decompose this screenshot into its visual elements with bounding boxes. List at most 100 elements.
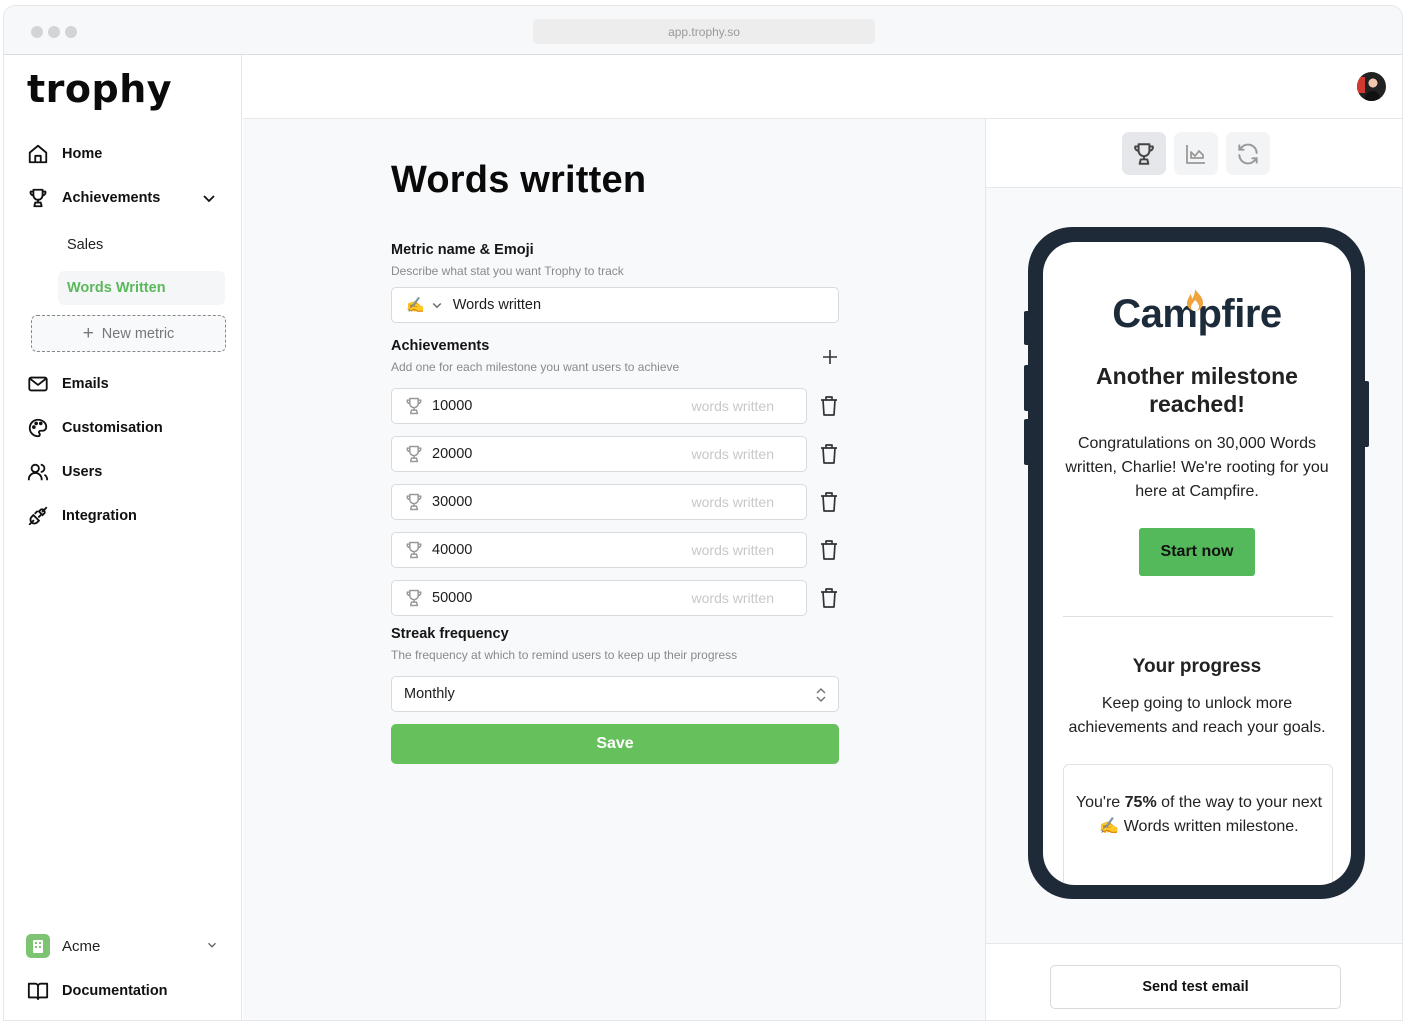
trophy-icon — [404, 540, 424, 560]
org-switcher[interactable]: Acme — [26, 933, 221, 959]
send-test-email-button[interactable]: Send test email — [1050, 965, 1341, 1009]
sidebar-item-label: Integration — [62, 508, 137, 524]
sidebar-item-integration[interactable]: Integration — [26, 501, 137, 531]
emoji-picker[interactable]: ✍️ — [406, 296, 425, 314]
sidebar-subitem-words-written[interactable]: Words Written — [58, 271, 225, 305]
new-metric-label: New metric — [101, 325, 175, 342]
achievement-threshold-value: 20000 — [432, 446, 473, 462]
phone-side-button — [1024, 365, 1030, 411]
add-achievement-icon[interactable] — [820, 347, 840, 367]
achievement-row: 50000 words written — [391, 580, 839, 616]
trash-icon[interactable] — [819, 443, 839, 465]
plug-icon — [26, 504, 50, 528]
trophy-icon — [26, 186, 50, 210]
achievement-row: 10000 words written — [391, 388, 839, 424]
metric-name-help: Describe what stat you want Trophy to tr… — [391, 264, 624, 278]
streak-frequency-select[interactable]: Monthly — [391, 676, 839, 712]
achievement-threshold-input[interactable]: 10000 words written — [391, 388, 807, 424]
metric-editor: Words written Metric name & Emoji Descri… — [243, 119, 985, 1020]
progress-card: You're 75% of the way to your next ✍️ Wo… — [1063, 764, 1333, 885]
achievement-row: 30000 words written — [391, 484, 839, 520]
url-bar[interactable]: app.trophy.so — [533, 19, 875, 44]
sidebar-item-customisation[interactable]: Customisation — [26, 413, 163, 443]
trash-icon[interactable] — [819, 491, 839, 513]
window-minimize-dot[interactable] — [48, 26, 60, 38]
trophy-icon — [404, 396, 424, 416]
sidebar-item-label: Documentation — [62, 983, 168, 999]
sidebar-item-home[interactable]: Home — [26, 139, 102, 169]
achievement-unit: words written — [691, 398, 774, 414]
achievement-threshold-value: 50000 — [432, 590, 473, 606]
email-body: Congratulations on 30,000 Words written,… — [1065, 435, 1329, 500]
email-heading: Another milestone reached! — [1096, 363, 1298, 417]
trash-icon[interactable] — [819, 539, 839, 561]
metric-name-value: Words written — [452, 297, 542, 313]
achievement-threshold-input[interactable]: 50000 words written — [391, 580, 807, 616]
sidebar-subitem-sales[interactable]: Sales — [58, 228, 225, 262]
trophy-icon — [404, 492, 424, 512]
plus-icon: + — [82, 323, 94, 344]
metric-name-input[interactable]: ✍️ Words written — [391, 287, 839, 323]
home-icon — [26, 142, 50, 166]
logo[interactable]: trophy — [27, 67, 172, 111]
tab-achievements[interactable] — [1122, 132, 1166, 175]
trophy-icon — [1134, 142, 1154, 165]
tab-metrics[interactable] — [1174, 132, 1218, 175]
phone-side-button — [1024, 311, 1030, 345]
new-metric-button[interactable]: + New metric — [31, 315, 226, 352]
save-button[interactable]: Save — [391, 724, 839, 764]
mail-icon — [26, 372, 50, 396]
achievement-unit: words written — [691, 542, 774, 558]
achievement-unit: words written — [691, 446, 774, 462]
metric-name-label: Metric name & Emoji — [391, 242, 534, 258]
achievement-unit: words written — [691, 590, 774, 606]
sidebar-item-achievements[interactable]: Achievements — [26, 183, 221, 213]
trash-icon[interactable] — [819, 587, 839, 609]
phone-mockup: Campfire Another milestone reached! Cong… — [1024, 227, 1369, 899]
progress-percent: 75% — [1124, 794, 1157, 811]
tab-streaks[interactable] — [1226, 132, 1270, 175]
trash-icon[interactable] — [819, 395, 839, 417]
chevron-down-icon[interactable] — [201, 190, 217, 206]
achievement-threshold-input[interactable]: 30000 words written — [391, 484, 807, 520]
progress-heading: Your progress — [1132, 656, 1262, 677]
streak-frequency-help: The frequency at which to remind users t… — [391, 648, 738, 662]
sidebar-item-label: Users — [62, 464, 103, 480]
start-now-button[interactable]: Start now — [1139, 528, 1255, 576]
progress-text: You're 75% of the way to your next ✍️ Wo… — [1074, 791, 1324, 839]
achievements-help: Add one for each milestone you want user… — [391, 360, 680, 374]
building-icon — [26, 934, 50, 958]
org-name: Acme — [62, 937, 101, 955]
chevron-down-icon — [208, 942, 216, 948]
chart-icon — [1186, 144, 1205, 164]
sidebar-item-documentation[interactable]: Documentation — [26, 976, 168, 1006]
trophy-icon — [404, 444, 424, 464]
streak-frequency-label: Streak frequency — [391, 626, 509, 642]
sidebar: trophy Home Achievements Sales Words Wri… — [4, 55, 242, 1020]
achievement-threshold-input[interactable]: 40000 words written — [391, 532, 807, 568]
achievement-threshold-value: 10000 — [432, 398, 473, 414]
page-title: Words written — [391, 159, 647, 201]
sidebar-item-emails[interactable]: Emails — [26, 369, 109, 399]
achievement-row: 40000 words written — [391, 532, 839, 568]
divider — [1063, 616, 1333, 617]
window-maximize-dot[interactable] — [65, 26, 77, 38]
progress-prefix: You're — [1075, 794, 1125, 811]
preview-footer: Send test email — [986, 943, 1402, 1020]
book-icon — [26, 979, 50, 1003]
select-updown-icon — [816, 687, 826, 703]
trophy-icon — [404, 588, 424, 608]
user-avatar[interactable] — [1357, 72, 1386, 101]
achievement-unit: words written — [691, 494, 774, 510]
chevron-down-icon[interactable] — [431, 299, 443, 311]
achievement-threshold-value: 30000 — [432, 494, 473, 510]
sidebar-subitem-label: Words Written — [67, 280, 166, 296]
window-close-dot[interactable] — [31, 26, 43, 38]
sidebar-item-users[interactable]: Users — [26, 457, 102, 487]
sidebar-item-label: Achievements — [62, 190, 161, 206]
achievement-threshold-input[interactable]: 20000 words written — [391, 436, 807, 472]
browser-window: app.trophy.so trophy Home Achievements S… — [3, 5, 1403, 1021]
email-preview-pane: Campfire Another milestone reached! Cong… — [985, 119, 1402, 1020]
email-preview: Campfire Another milestone reached! Cong… — [1043, 242, 1351, 885]
sidebar-item-label: Customisation — [62, 420, 163, 436]
